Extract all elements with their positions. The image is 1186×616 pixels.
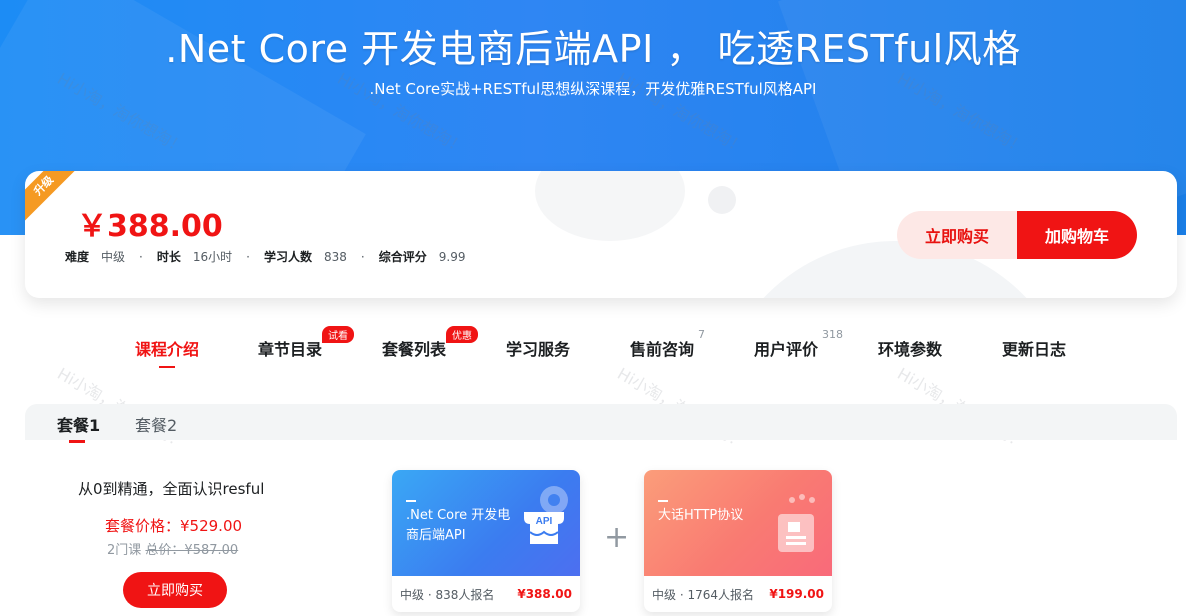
course-footer: 中级 · 1764人报名 ¥199.00	[644, 576, 832, 612]
tab-environment[interactable]: 环境参数	[878, 336, 942, 360]
meta-value: 16小时	[192, 250, 233, 264]
course-price: ￥388.00	[77, 209, 223, 244]
course-cover: API .Net Core 开发电商后端API	[392, 470, 580, 576]
course-meta: 难度 中级 · 时长 16小时 · 学习人数 838 · 综合评分 9.99	[65, 248, 479, 265]
course-footer: 中级 · 838人报名 ¥388.00	[392, 576, 580, 612]
package-tabs: 套餐1 套餐2	[25, 404, 1177, 443]
tab-course-intro[interactable]: 课程介绍	[135, 336, 200, 368]
meta-separator: ·	[246, 249, 250, 264]
tab-changelog[interactable]: 更新日志	[1002, 336, 1066, 360]
course-tabs: 课程介绍 章节目录 试看 套餐列表 优惠 学习服务 售前咨询 7 用户评价 31…	[0, 326, 1186, 370]
tab-chapters[interactable]: 章节目录 试看	[258, 326, 354, 360]
active-package-indicator	[69, 440, 85, 443]
course-title-text: .Net Core 开发电商后端API	[406, 508, 511, 543]
course-cover: 大话HTTP协议	[644, 470, 832, 576]
tab-label: 更新日志	[1002, 340, 1067, 359]
package-original-price: 2门课 总价：¥587.00	[107, 539, 238, 558]
tab-label: 套餐列表	[382, 340, 447, 359]
api-icon-label: API	[536, 516, 553, 527]
package-description: 从0到精通，全面认识resful	[78, 480, 265, 498]
meta-separator: ·	[360, 249, 365, 264]
add-to-cart-button[interactable]: 加购物车	[1017, 211, 1137, 259]
meta-key: 综合评分	[378, 250, 427, 264]
course-level: 中级	[400, 587, 425, 602]
meta-value: 中级	[101, 250, 126, 264]
tab-label: 用户评价	[754, 340, 819, 359]
plus-icon: +	[604, 520, 630, 555]
tab-packages[interactable]: 套餐列表 优惠	[382, 326, 478, 360]
active-tab-indicator	[159, 366, 175, 368]
course-card-price: ¥199.00	[769, 587, 824, 601]
tab-label: 课程介绍	[135, 340, 200, 359]
package-tab-1[interactable]: 套餐1	[57, 412, 101, 443]
course-level: 中级	[652, 587, 677, 602]
package-tab-2[interactable]: 套餐2	[135, 412, 177, 436]
price-card: 升级 ￥388.00 难度 中级 · 时长 16小时 · 学习人数 838 · …	[25, 171, 1177, 298]
tab-services[interactable]: 学习服务	[506, 336, 570, 360]
course-enrolled: · 838人报名	[427, 587, 495, 602]
course-cover-title: 大话HTTP协议	[658, 500, 768, 526]
package-tab-label: 套餐1	[57, 416, 101, 435]
meta-value: 9.99	[438, 249, 466, 264]
card-decoration	[535, 171, 685, 241]
buy-now-button[interactable]: 立即购买	[897, 211, 1017, 259]
meta-separator: ·	[139, 249, 143, 264]
tab-label: 章节目录	[258, 340, 323, 359]
title-dash	[658, 500, 668, 502]
title-dash	[406, 500, 416, 502]
discount-badge: 优惠	[446, 326, 478, 343]
review-count: 318	[822, 328, 843, 341]
course-title-text: 大话HTTP协议	[658, 508, 744, 523]
course-subtitle: .Net Core实战+RESTful思想纵深课程，开发优雅RESTful风格A…	[369, 80, 817, 98]
tab-label: 学习服务	[506, 340, 571, 359]
tab-reviews[interactable]: 用户评价 318	[754, 328, 843, 360]
meta-value: 838	[324, 249, 347, 264]
package-tab-label: 套餐2	[135, 416, 178, 435]
meta-key: 学习人数	[263, 250, 312, 264]
course-title: .Net Core 开发电商后端API ， 吃透RESTful风格	[165, 27, 1021, 71]
course-cover-title: .Net Core 开发电商后端API	[406, 500, 516, 546]
tab-presale-consult[interactable]: 售前咨询 7	[630, 328, 705, 360]
course-enrolled: · 1764人报名	[679, 587, 755, 602]
meta-key: 难度	[65, 250, 90, 264]
api-icon: API	[524, 486, 568, 544]
consult-count: 7	[698, 328, 705, 341]
tab-label: 环境参数	[878, 340, 943, 359]
document-icon	[778, 494, 815, 552]
meta-key: 时长	[156, 250, 181, 264]
course-card-price: ¥388.00	[517, 587, 572, 601]
package-price: 套餐价格：¥529.00	[105, 517, 243, 535]
package-course-count: 2门课	[107, 543, 142, 558]
package-buy-button[interactable]: 立即购买	[123, 572, 227, 608]
package-total-price: 总价：¥587.00	[145, 543, 239, 558]
trial-badge: 试看	[322, 326, 354, 343]
package-course-card[interactable]: API .Net Core 开发电商后端API 中级 · 838人报名 ¥388…	[392, 470, 580, 612]
upgrade-ribbon: 升级	[25, 171, 84, 226]
package-course-card[interactable]: 大话HTTP协议 中级 · 1764人报名 ¥199.00	[644, 470, 832, 612]
card-decoration	[708, 186, 736, 214]
tab-label: 售前咨询	[630, 340, 695, 359]
